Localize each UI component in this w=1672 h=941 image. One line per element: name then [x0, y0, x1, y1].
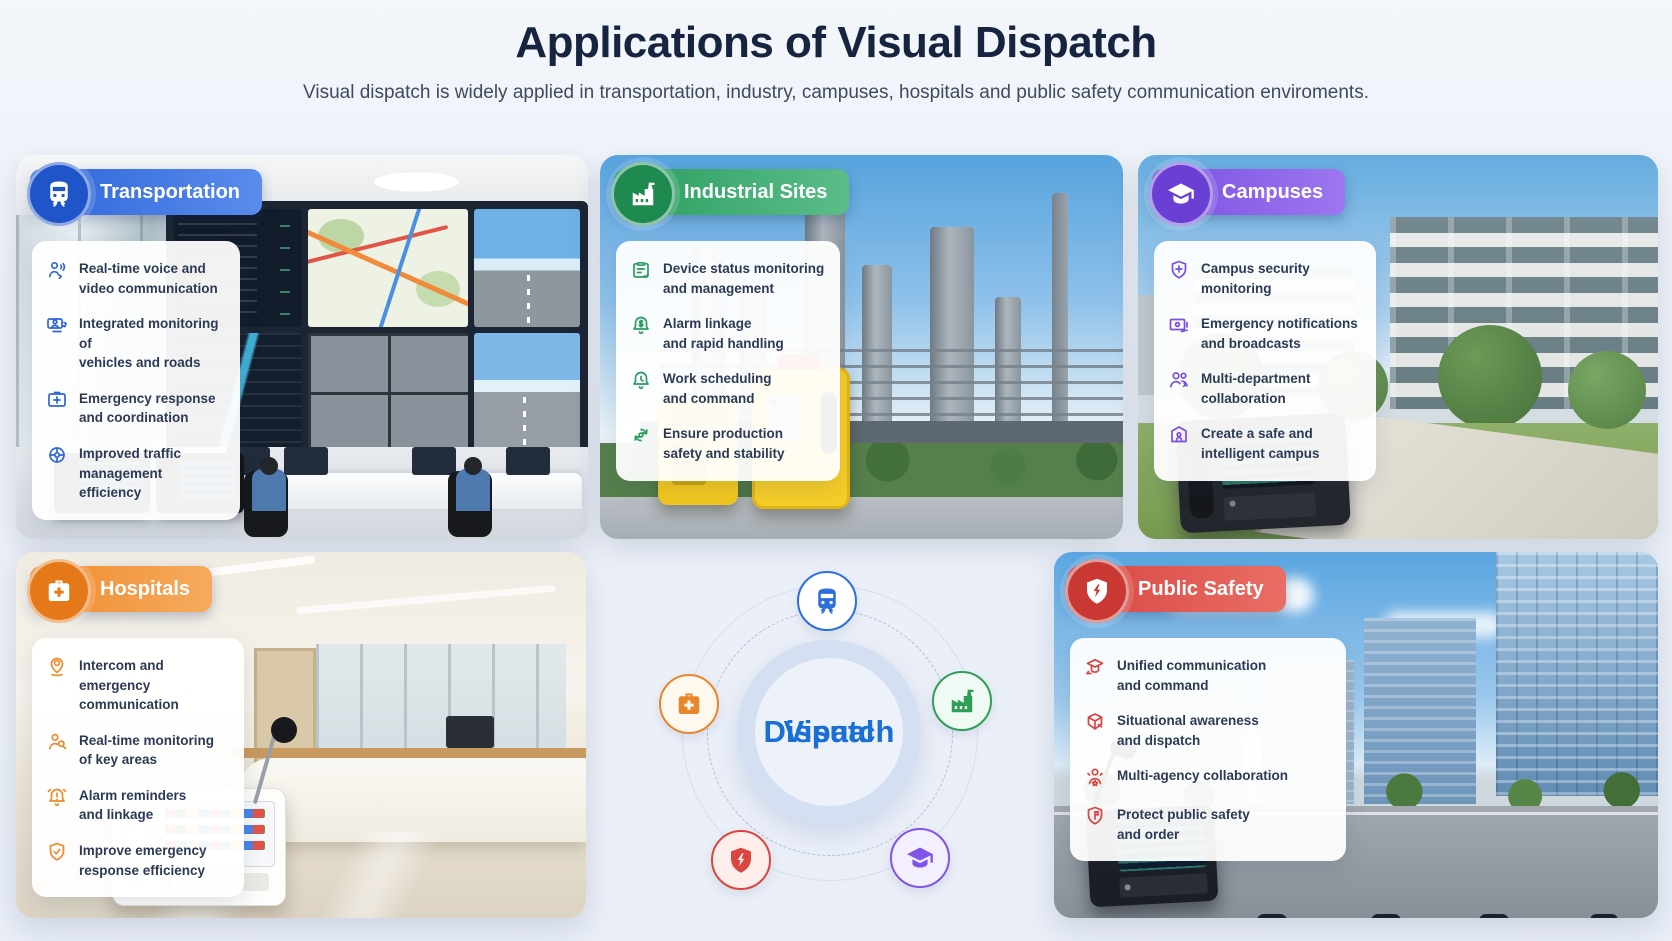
feature-item: Alarm reminders and linkage [45, 785, 231, 825]
industrial-sites-card: Industrial Sites Device status monitorin… [600, 155, 1123, 539]
broadcast-screen-icon [1167, 313, 1191, 337]
shield-check-icon [45, 840, 69, 864]
alert-bell-icon [45, 785, 69, 809]
feature-item: Alarm linkage and rapid handling [629, 313, 827, 353]
feature-text: Emergency response and coordination [79, 388, 216, 428]
safety-cycle-icon [629, 423, 653, 447]
feature-text: Integrated monitoring of vehicles and ro… [79, 313, 227, 373]
shield-plus-icon [1167, 258, 1191, 282]
public-safety-badge: Public Safety [1068, 566, 1286, 612]
feature-text: Multi-department collaboration [1201, 368, 1311, 408]
feature-text: Emergency notifications and broadcasts [1201, 313, 1358, 353]
hospitals-card: Hospitals Intercom and emergency communi… [16, 552, 586, 918]
factory-icon [611, 162, 675, 226]
feature-item: Emergency response and coordination [45, 388, 227, 428]
protect-shield-icon [1083, 804, 1107, 828]
campuses-feature-panel: Campus security monitoring Emergency noti… [1154, 241, 1376, 481]
hospitals-badge: Hospitals [30, 566, 212, 612]
badge-label: Hospitals [100, 578, 190, 601]
first-aid-icon [27, 559, 91, 623]
feature-item: Real-time voice and video communication [45, 258, 227, 298]
operator-person [242, 441, 298, 537]
situational-cube-icon [1083, 710, 1107, 734]
first-aid-kit-icon [45, 388, 69, 412]
multi-agency-icon [1083, 765, 1107, 789]
page-title: Applications of Visual Dispatch [0, 18, 1672, 68]
hospitals-feature-panel: Intercom and emergency communication Real… [32, 638, 244, 897]
feature-text: Improve emergency response efficiency [79, 840, 207, 880]
collaboration-people-icon [1167, 368, 1191, 392]
feature-item: Emergency notifications and broadcasts [1167, 313, 1363, 353]
diagram-title-line2: Dispatch [764, 715, 895, 750]
feature-item: Situational awareness and dispatch [1083, 710, 1333, 750]
person-monitor-icon [45, 730, 69, 754]
campuses-node [890, 828, 950, 888]
device-status-icon [629, 258, 653, 282]
public-safety-card: POLICE POLICE POLICE POLICE [1054, 552, 1658, 918]
feature-text: Create a safe and intelligent campus [1201, 423, 1320, 463]
steering-wheel-icon [45, 443, 69, 467]
voice-waves-icon [45, 258, 69, 282]
visual-dispatch-diagram: Visual Dispatch [586, 552, 1054, 918]
feature-item: Improve emergency response efficiency [45, 840, 231, 880]
public-safety-node [711, 830, 771, 890]
badge-label: Campuses [1222, 181, 1323, 204]
feature-text: Real-time voice and video communication [79, 258, 218, 298]
campus-building-icon [1167, 423, 1191, 447]
feature-item: Real-time monitoring of key areas [45, 730, 231, 770]
transportation-node [797, 571, 857, 631]
feature-item: Campus security monitoring [1167, 258, 1363, 298]
feature-item: Work scheduling and command [629, 368, 827, 408]
feature-text: Real-time monitoring of key areas [79, 730, 214, 770]
shield-icon [1065, 559, 1129, 623]
alarm-linkage-bell-icon [629, 313, 653, 337]
feature-text: Situational awareness and dispatch [1117, 710, 1259, 750]
hospitals-node [659, 674, 719, 734]
page-header: Applications of Visual Dispatch Visual d… [0, 18, 1672, 104]
badge-label: Public Safety [1138, 578, 1264, 601]
feature-text: Campus security monitoring [1201, 258, 1310, 298]
operator-person [446, 441, 502, 537]
feature-item: Protect public safety and order [1083, 804, 1333, 844]
visual-dispatch-page: Applications of Visual Dispatch Visual d… [0, 0, 1672, 941]
transportation-card: Transportation Real-time voice and video… [16, 155, 588, 539]
feature-text: Multi-agency collaboration [1117, 765, 1288, 786]
vehicle-monitoring-icon [45, 313, 69, 337]
feature-text: Protect public safety and order [1117, 804, 1250, 844]
campuses-card: Campuses Campus security monitoring Emerg… [1138, 155, 1658, 539]
feature-item: Intercom and emergency communication [45, 655, 231, 715]
pin-person-icon [45, 655, 69, 679]
feature-text: Ensure production safety and stability [663, 423, 785, 463]
feature-item: Multi-department collaboration [1167, 368, 1363, 408]
feature-item: Device status monitoring and management [629, 258, 827, 298]
campuses-badge: Campuses [1152, 169, 1345, 215]
graduation-cap-icon [1149, 162, 1213, 226]
feature-item: Integrated monitoring of vehicles and ro… [45, 313, 227, 373]
feature-text: Alarm reminders and linkage [79, 785, 186, 825]
feature-item: Create a safe and intelligent campus [1167, 423, 1363, 463]
feature-text: Unified communication and command [1117, 655, 1266, 695]
command-cap-icon [1083, 655, 1107, 679]
transportation-badge: Transportation [30, 169, 262, 215]
feature-item: Ensure production safety and stability [629, 423, 827, 463]
feature-item: Improved traffic management efficiency [45, 443, 227, 503]
public-safety-feature-panel: Unified communication and command Situati… [1070, 638, 1346, 861]
feature-item: Unified communication and command [1083, 655, 1333, 695]
industrial-node [932, 671, 992, 731]
feature-text: Alarm linkage and rapid handling [663, 313, 784, 353]
train-icon [27, 162, 91, 226]
feature-text: Improved traffic management efficiency [79, 443, 227, 503]
page-subtitle: Visual dispatch is widely applied in tra… [0, 82, 1672, 104]
feature-text: Device status monitoring and management [663, 258, 824, 298]
badge-label: Industrial Sites [684, 181, 827, 204]
feature-item: Multi-agency collaboration [1083, 765, 1333, 789]
transportation-feature-panel: Real-time voice and video communication I… [32, 241, 240, 520]
industrial-sites-badge: Industrial Sites [614, 169, 849, 215]
feature-text: Work scheduling and command [663, 368, 772, 408]
work-schedule-bell-icon [629, 368, 653, 392]
feature-text: Intercom and emergency communication [79, 655, 231, 715]
diagram-center: Visual Dispatch [755, 658, 903, 806]
badge-label: Transportation [100, 181, 240, 204]
industrial-feature-panel: Device status monitoring and management A… [616, 241, 840, 481]
